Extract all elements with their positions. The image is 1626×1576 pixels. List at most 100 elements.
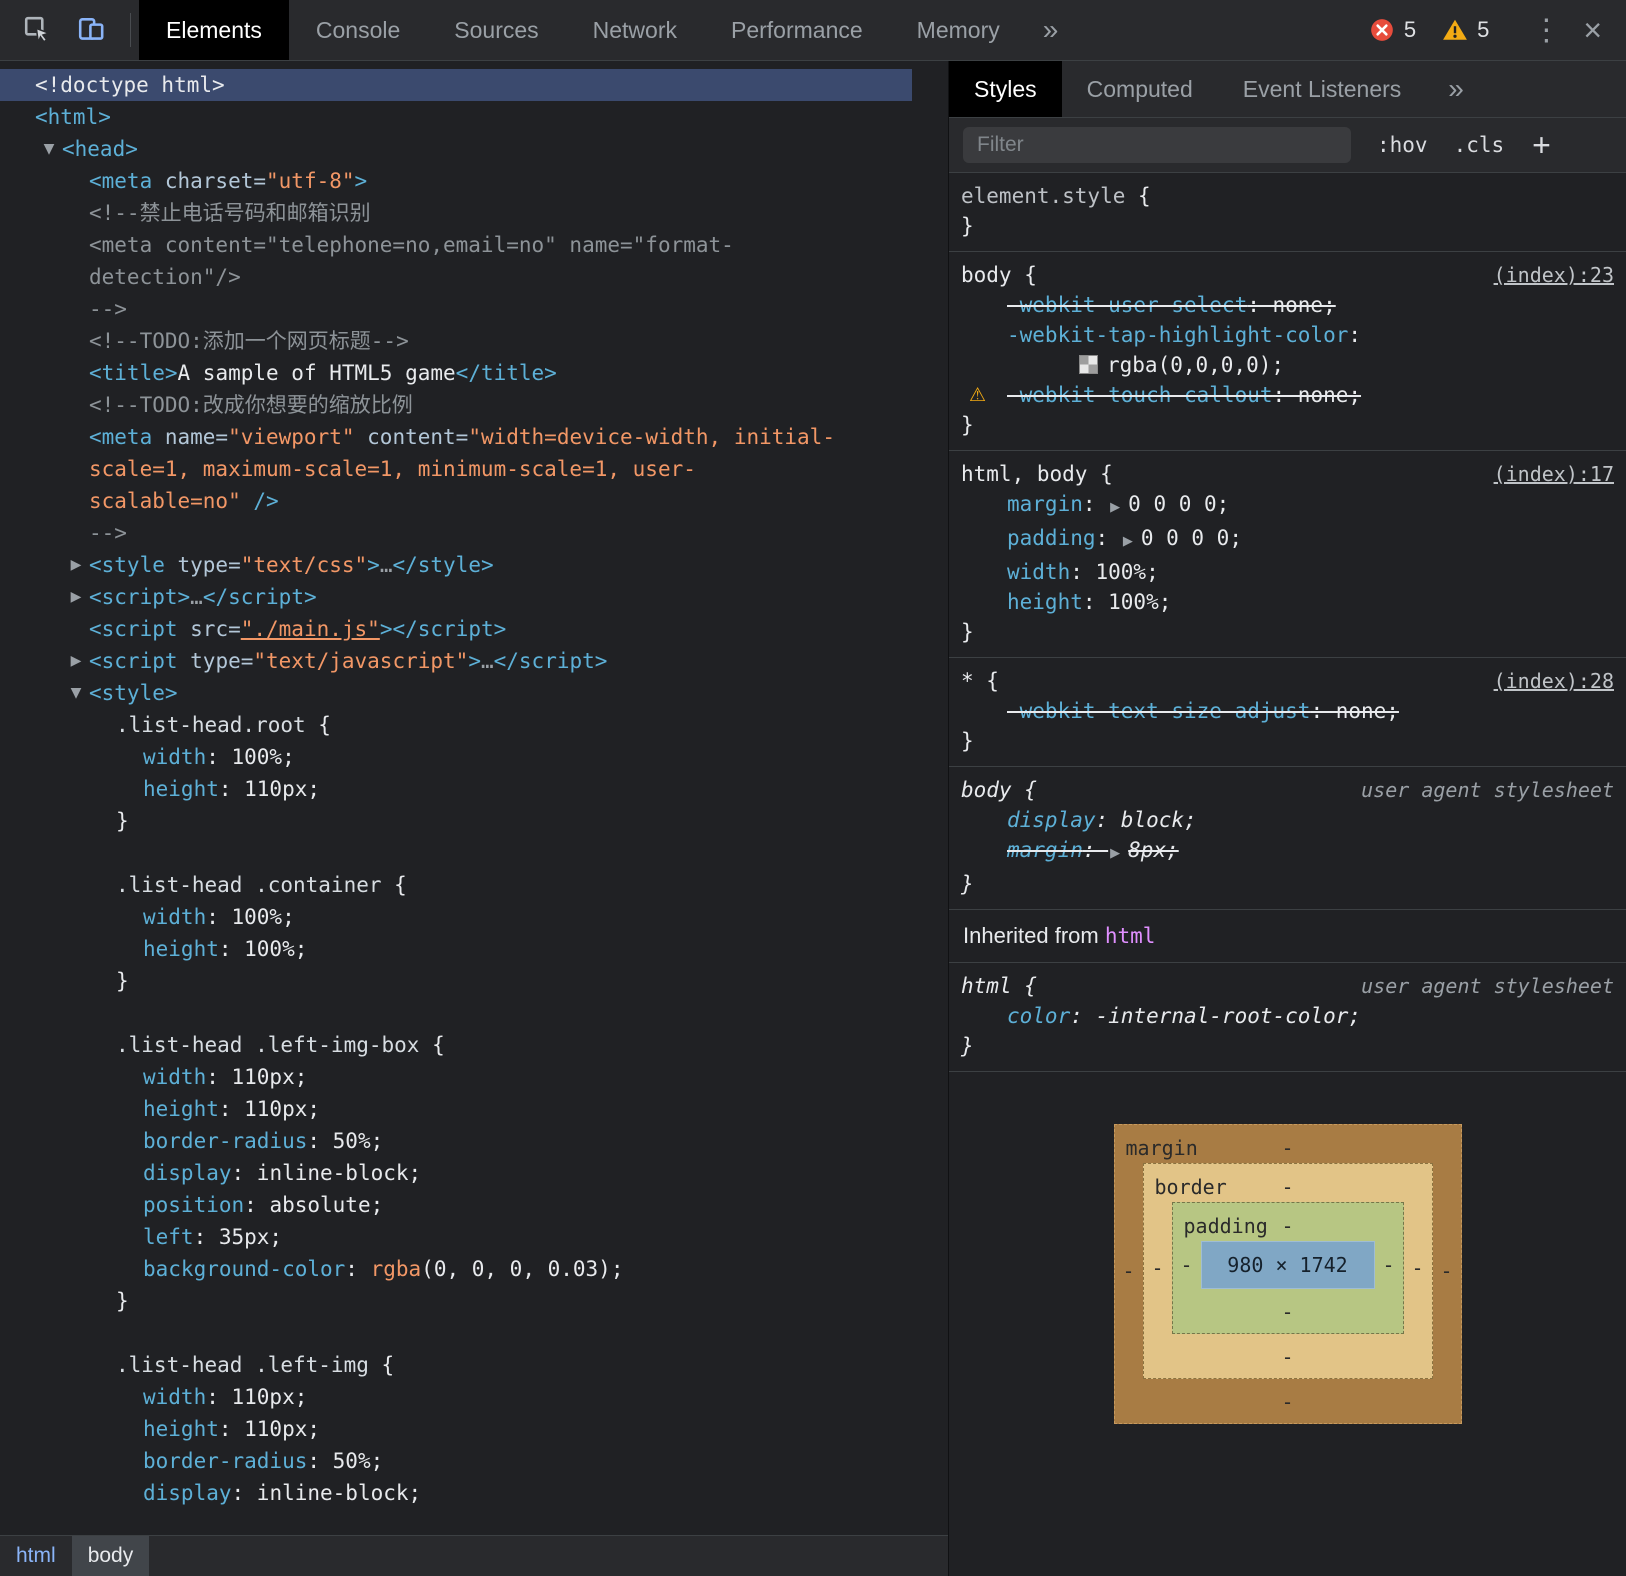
tree-line[interactable]: <meta charset="utf-8"> bbox=[0, 165, 912, 197]
tab-performance[interactable]: Performance bbox=[704, 0, 890, 60]
tree-line[interactable]: display: inline-block; bbox=[0, 1157, 912, 1189]
box-model-margin[interactable]: margin - - border - - padding - - 980 × … bbox=[1113, 1124, 1462, 1424]
css-property[interactable]: color: -internal-root-color; bbox=[961, 1001, 1614, 1031]
margin-left-value[interactable]: - bbox=[1115, 1256, 1143, 1286]
tree-line[interactable] bbox=[0, 997, 912, 1029]
tree-line[interactable]: <html> bbox=[0, 101, 912, 133]
tree-line[interactable]: --> bbox=[0, 517, 912, 549]
tree-line[interactable]: } bbox=[0, 1285, 912, 1317]
tree-line[interactable]: ▶ <script>…</script> bbox=[0, 581, 912, 613]
new-style-rule-icon[interactable]: + bbox=[1532, 127, 1551, 164]
styles-more-tabs-icon[interactable]: » bbox=[1448, 73, 1464, 105]
box-model-padding[interactable]: padding - - 980 × 1742 - - bbox=[1171, 1202, 1404, 1334]
tree-line[interactable]: left: 35px; bbox=[0, 1221, 912, 1253]
box-model-border[interactable]: border - - padding - - 980 × 1742 - - - … bbox=[1142, 1163, 1433, 1379]
tree-line[interactable]: position: absolute; bbox=[0, 1189, 912, 1221]
tree-line[interactable]: background-color: rgba(0, 0, 0, 0.03); bbox=[0, 1253, 912, 1285]
tab-sources[interactable]: Sources bbox=[427, 0, 565, 60]
tree-line[interactable]: width: 110px; bbox=[0, 1061, 912, 1093]
warning-badge[interactable]: 5 bbox=[1442, 17, 1489, 43]
css-property[interactable]: padding: ▶ 0 0 0 0; bbox=[961, 523, 1614, 557]
styles-tab-event-listeners[interactable]: Event Listeners bbox=[1218, 61, 1427, 117]
tree-line[interactable]: } bbox=[0, 805, 912, 837]
tree-line[interactable]: ▶ <script type="text/javascript">…</scrip… bbox=[0, 645, 912, 677]
tree-line[interactable]: <!--TODO:添加一个网页标题--> bbox=[0, 325, 912, 357]
css-property[interactable]: ⚠ -webkit-touch-callout: none; bbox=[961, 380, 1614, 410]
tree-line[interactable]: scale=1, maximum-scale=1, minimum-scale=… bbox=[0, 453, 912, 485]
tree-line[interactable]: height: 110px; bbox=[0, 1413, 912, 1445]
border-right-value[interactable]: - bbox=[1404, 1253, 1432, 1283]
tree-line[interactable]: border-radius: 50%; bbox=[0, 1445, 912, 1477]
stylesheet-link[interactable]: (index):23 bbox=[1494, 260, 1614, 290]
breadcrumb-item-html[interactable]: html bbox=[0, 1536, 72, 1576]
tree-line[interactable]: width: 110px; bbox=[0, 1381, 912, 1413]
tree-line[interactable]: height: 110px; bbox=[0, 1093, 912, 1125]
tree-line[interactable]: border-radius: 50%; bbox=[0, 1125, 912, 1157]
tree-line[interactable] bbox=[0, 1317, 912, 1349]
collapse-arrow-icon[interactable]: ▼ bbox=[65, 677, 87, 709]
css-property[interactable]: margin: ▶ 8px; bbox=[961, 835, 1614, 869]
inherited-node-link[interactable]: html bbox=[1105, 924, 1156, 948]
device-toolbar-icon[interactable] bbox=[70, 8, 114, 52]
toggle-hover-state-button[interactable]: :hov bbox=[1377, 133, 1428, 157]
padding-left-value[interactable]: - bbox=[1173, 1250, 1201, 1280]
tree-line[interactable]: <meta name="viewport" content="width=dev… bbox=[0, 421, 912, 453]
inspect-element-icon[interactable] bbox=[16, 8, 60, 52]
close-icon[interactable]: × bbox=[1577, 12, 1626, 49]
padding-right-value[interactable]: - bbox=[1375, 1250, 1403, 1280]
collapse-arrow-icon[interactable]: ▼ bbox=[38, 133, 60, 165]
tree-line[interactable]: <!--禁止电话号码和邮箱识别 bbox=[0, 197, 912, 229]
expand-arrow-icon[interactable]: ▶ bbox=[65, 581, 87, 613]
tree-line[interactable]: .list-head .left-img { bbox=[0, 1349, 912, 1381]
tree-line[interactable]: detection"/> bbox=[0, 261, 912, 293]
tree-line[interactable]: .list-head .container { bbox=[0, 869, 912, 901]
tree-line[interactable]: <script src="./main.js"></script> bbox=[0, 613, 912, 645]
tree-line[interactable]: <title>A sample of HTML5 game</title> bbox=[0, 357, 912, 389]
more-tabs-icon[interactable]: » bbox=[1027, 14, 1075, 46]
toggle-class-button[interactable]: .cls bbox=[1454, 133, 1505, 157]
border-bottom-value[interactable]: - bbox=[1144, 1334, 1432, 1378]
tree-line[interactable] bbox=[0, 837, 912, 869]
tab-memory[interactable]: Memory bbox=[890, 0, 1027, 60]
css-property[interactable]: margin: ▶ 0 0 0 0; bbox=[961, 489, 1614, 523]
styles-tab-computed[interactable]: Computed bbox=[1062, 61, 1218, 117]
stylesheet-link[interactable]: (index):28 bbox=[1494, 666, 1614, 696]
tree-line[interactable]: --> bbox=[0, 293, 912, 325]
tab-network[interactable]: Network bbox=[566, 0, 704, 60]
border-left-value[interactable]: - bbox=[1144, 1253, 1172, 1283]
box-model-content[interactable]: 980 × 1742 bbox=[1200, 1241, 1375, 1289]
tree-line[interactable]: height: 110px; bbox=[0, 773, 912, 805]
shorthand-expand-icon[interactable]: ▶ bbox=[1110, 493, 1120, 523]
css-property[interactable]: -webkit-tap-highlight-color: bbox=[961, 320, 1614, 350]
tree-line[interactable]: .list-head .left-img-box { bbox=[0, 1029, 912, 1061]
stylesheet-link[interactable]: (index):17 bbox=[1494, 459, 1614, 489]
css-property[interactable]: width: 100%; bbox=[961, 557, 1614, 587]
tree-line[interactable]: <!--TODO:改成你想要的缩放比例 bbox=[0, 389, 912, 421]
css-property[interactable]: -webkit-text-size-adjust: none; bbox=[961, 696, 1614, 726]
tree-line[interactable]: } bbox=[0, 965, 912, 997]
color-swatch[interactable] bbox=[1079, 355, 1098, 374]
styles-tab-styles[interactable]: Styles bbox=[949, 61, 1062, 117]
shorthand-expand-icon[interactable]: ▶ bbox=[1110, 839, 1120, 869]
filter-input[interactable] bbox=[963, 127, 1351, 163]
margin-right-value[interactable]: - bbox=[1433, 1256, 1461, 1286]
tree-line[interactable]: ▼ <head> bbox=[0, 133, 912, 165]
tree-line[interactable]: ▼ <style> bbox=[0, 677, 912, 709]
shorthand-expand-icon[interactable]: ▶ bbox=[1123, 527, 1133, 557]
tree-line[interactable]: ▶ <style type="text/css">…</style> bbox=[0, 549, 912, 581]
breadcrumb-item-body[interactable]: body bbox=[71, 1536, 150, 1576]
margin-bottom-value[interactable]: - bbox=[1115, 1379, 1461, 1423]
tree-line[interactable]: <meta content="telephone=no,email=no" na… bbox=[0, 229, 912, 261]
tab-console[interactable]: Console bbox=[289, 0, 427, 60]
css-property[interactable]: -webkit-user-select: none; bbox=[961, 290, 1614, 320]
error-badge[interactable]: 5 bbox=[1369, 17, 1416, 43]
tree-line[interactable]: height: 100%; bbox=[0, 933, 912, 965]
tree-line[interactable]: <!doctype html> bbox=[0, 69, 912, 101]
tree-line[interactable]: width: 100%; bbox=[0, 741, 912, 773]
css-property[interactable]: rgba(0,0,0,0); bbox=[961, 350, 1614, 380]
tree-line[interactable]: .list-head.root { bbox=[0, 709, 912, 741]
expand-arrow-icon[interactable]: ▶ bbox=[65, 645, 87, 677]
padding-bottom-value[interactable]: - bbox=[1173, 1289, 1403, 1333]
tree-line[interactable]: display: inline-block; bbox=[0, 1477, 912, 1509]
tree-line[interactable]: width: 100%; bbox=[0, 901, 912, 933]
